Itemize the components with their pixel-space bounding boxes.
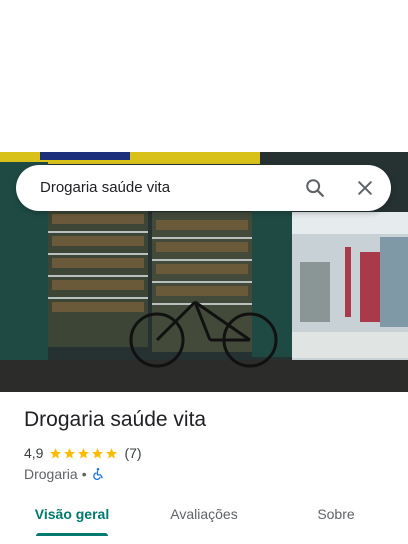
category-row: Drogaria • (24, 465, 105, 483)
tab-overview[interactable]: Visão geral (22, 492, 122, 536)
place-category: Drogaria (24, 466, 78, 482)
close-button[interactable] (350, 173, 380, 203)
search-bar[interactable]: Drogaria saúde vita (16, 165, 391, 211)
star-icon (92, 447, 104, 458)
star-icon (78, 447, 90, 458)
wheelchair-icon (92, 468, 103, 480)
tab-about[interactable]: Sobre (296, 492, 376, 536)
search-button[interactable] (300, 173, 330, 203)
close-icon (358, 181, 372, 195)
rating-row[interactable]: 4,9 (7) (24, 444, 142, 462)
tab-bar: Visão geral Avaliações Sobre (0, 492, 408, 544)
rating-value: 4,9 (24, 445, 44, 461)
star-icon (50, 447, 62, 458)
tab-reviews[interactable]: Avaliações (152, 492, 256, 536)
place-title: Drogaria saúde vita (24, 408, 207, 431)
separator-dot: • (81, 466, 87, 482)
search-icon (306, 179, 324, 197)
star-icon (106, 447, 118, 458)
star-icon (64, 447, 76, 458)
star-rating (49, 447, 119, 460)
search-input[interactable]: Drogaria saúde vita (40, 165, 170, 211)
active-tab-indicator (36, 533, 108, 536)
review-count[interactable]: (7) (124, 445, 141, 461)
